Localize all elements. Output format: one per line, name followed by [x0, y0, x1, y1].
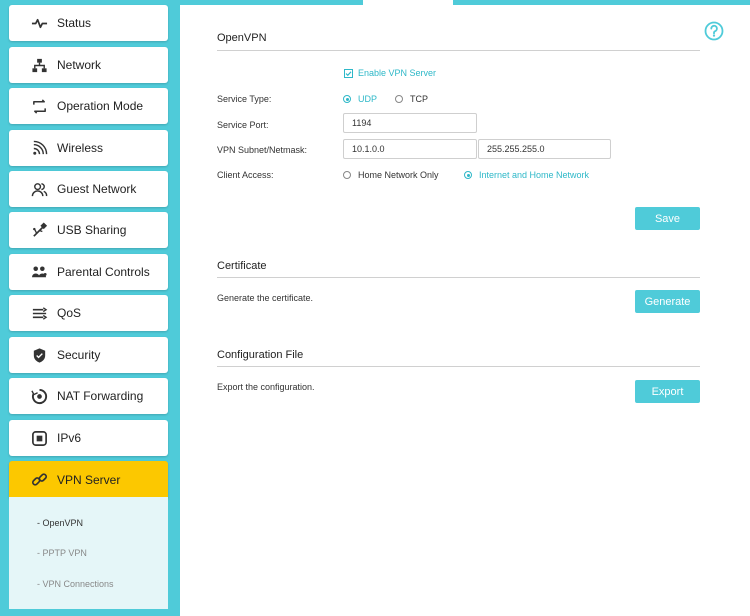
config-file-section-title: Configuration File [217, 349, 304, 361]
subnav-item-pptp-vpn[interactable]: - PPTP VPN [37, 548, 87, 558]
sidebar-item-network[interactable]: Network [9, 47, 168, 83]
subnav-item-openvpn[interactable]: - OpenVPN [37, 518, 83, 528]
ipv6-icon [30, 429, 48, 447]
sidebar-item-label: Network [57, 58, 102, 72]
client-access-label: Client Access: [217, 170, 274, 180]
vpn-netmask-input[interactable] [478, 139, 611, 159]
sidebar-item-label: Guest Network [57, 182, 137, 196]
family-icon [30, 263, 48, 281]
certificate-section-title: Certificate [217, 260, 267, 272]
users-icon [30, 180, 48, 198]
sidebar-item-label: USB Sharing [57, 223, 127, 237]
wifi-icon [30, 139, 48, 157]
sidebar-item-label: Parental Controls [57, 265, 150, 279]
radio-dot [343, 171, 351, 179]
radio-dot [464, 171, 472, 179]
service-type-udp-radio[interactable]: UDP [343, 94, 377, 104]
checkmark-icon [344, 68, 353, 78]
sidebar-item-label: QoS [57, 306, 82, 320]
generate-button[interactable]: Generate [635, 290, 700, 313]
network-icon [30, 56, 48, 74]
sidebar-item-guest-network[interactable]: Guest Network [9, 171, 168, 207]
subnav-item-vpn-connections[interactable]: - VPN Connections [37, 579, 114, 589]
operation-mode-icon [30, 97, 48, 115]
top-tab-indicator [363, 0, 453, 6]
qos-icon [30, 304, 48, 322]
sidebar-item-label: NAT Forwarding [57, 389, 144, 403]
certificate-description: Generate the certificate. [217, 293, 314, 303]
sidebar-item-security[interactable]: Security [9, 337, 168, 373]
section-divider [217, 366, 700, 367]
sidebar-item-ipv6[interactable]: IPv6 [9, 420, 168, 456]
sidebar-item-nat-forwarding[interactable]: NAT Forwarding [9, 378, 168, 414]
radio-label: Internet and Home Network [479, 170, 590, 180]
sidebar-item-status[interactable]: Status [9, 5, 168, 41]
enable-vpn-label: Enable VPN Server [358, 68, 437, 78]
sidebar-item-vpn-server[interactable]: VPN Server [9, 461, 168, 498]
sidebar-item-operation-mode[interactable]: Operation Mode [9, 88, 168, 124]
section-divider [217, 50, 700, 51]
usb-icon [30, 221, 48, 239]
vpn-subnet-label: VPN Subnet/Netmask: [217, 145, 308, 155]
enable-vpn-checkbox[interactable]: Enable VPN Server [344, 68, 436, 78]
sidebar-item-qos[interactable]: QoS [9, 295, 168, 331]
activity-icon [30, 14, 48, 32]
sidebar-item-label: Status [57, 16, 92, 30]
radio-dot [343, 95, 351, 103]
save-button[interactable]: Save [635, 207, 700, 230]
sidebar: Status Network Operation Mode Wireless G… [0, 0, 172, 616]
client-access-home-only-radio[interactable]: Home Network Only [343, 170, 439, 180]
openvpn-section-title: OpenVPN [217, 32, 267, 44]
vpn-subnav [9, 497, 168, 609]
sidebar-item-label: Security [57, 348, 101, 362]
client-access-internet-home-radio[interactable]: Internet and Home Network [464, 170, 589, 180]
help-icon[interactable] [703, 20, 725, 42]
service-port-label: Service Port: [217, 120, 269, 130]
section-divider [217, 277, 700, 278]
shield-icon [30, 346, 48, 364]
service-port-input[interactable] [343, 113, 477, 133]
radio-dot [395, 95, 403, 103]
sidebar-item-label: VPN Server [57, 472, 121, 487]
nat-forwarding-icon [30, 387, 48, 405]
config-file-description: Export the configuration. [217, 382, 315, 392]
sidebar-item-wireless[interactable]: Wireless [9, 130, 168, 166]
sidebar-item-label: IPv6 [57, 431, 82, 445]
radio-label: Home Network Only [358, 170, 439, 180]
vpn-subnet-input[interactable] [343, 139, 477, 159]
service-type-label: Service Type: [217, 94, 272, 104]
sidebar-item-parental-controls[interactable]: Parental Controls [9, 254, 168, 290]
export-button[interactable]: Export [635, 380, 700, 403]
sidebar-item-label: Wireless [57, 141, 104, 155]
sidebar-item-usb-sharing[interactable]: USB Sharing [9, 212, 168, 248]
link-icon [30, 471, 48, 489]
radio-label: TCP [410, 94, 428, 104]
radio-label: UDP [358, 94, 378, 104]
service-type-tcp-radio[interactable]: TCP [395, 94, 428, 104]
sidebar-item-label: Operation Mode [57, 99, 144, 113]
